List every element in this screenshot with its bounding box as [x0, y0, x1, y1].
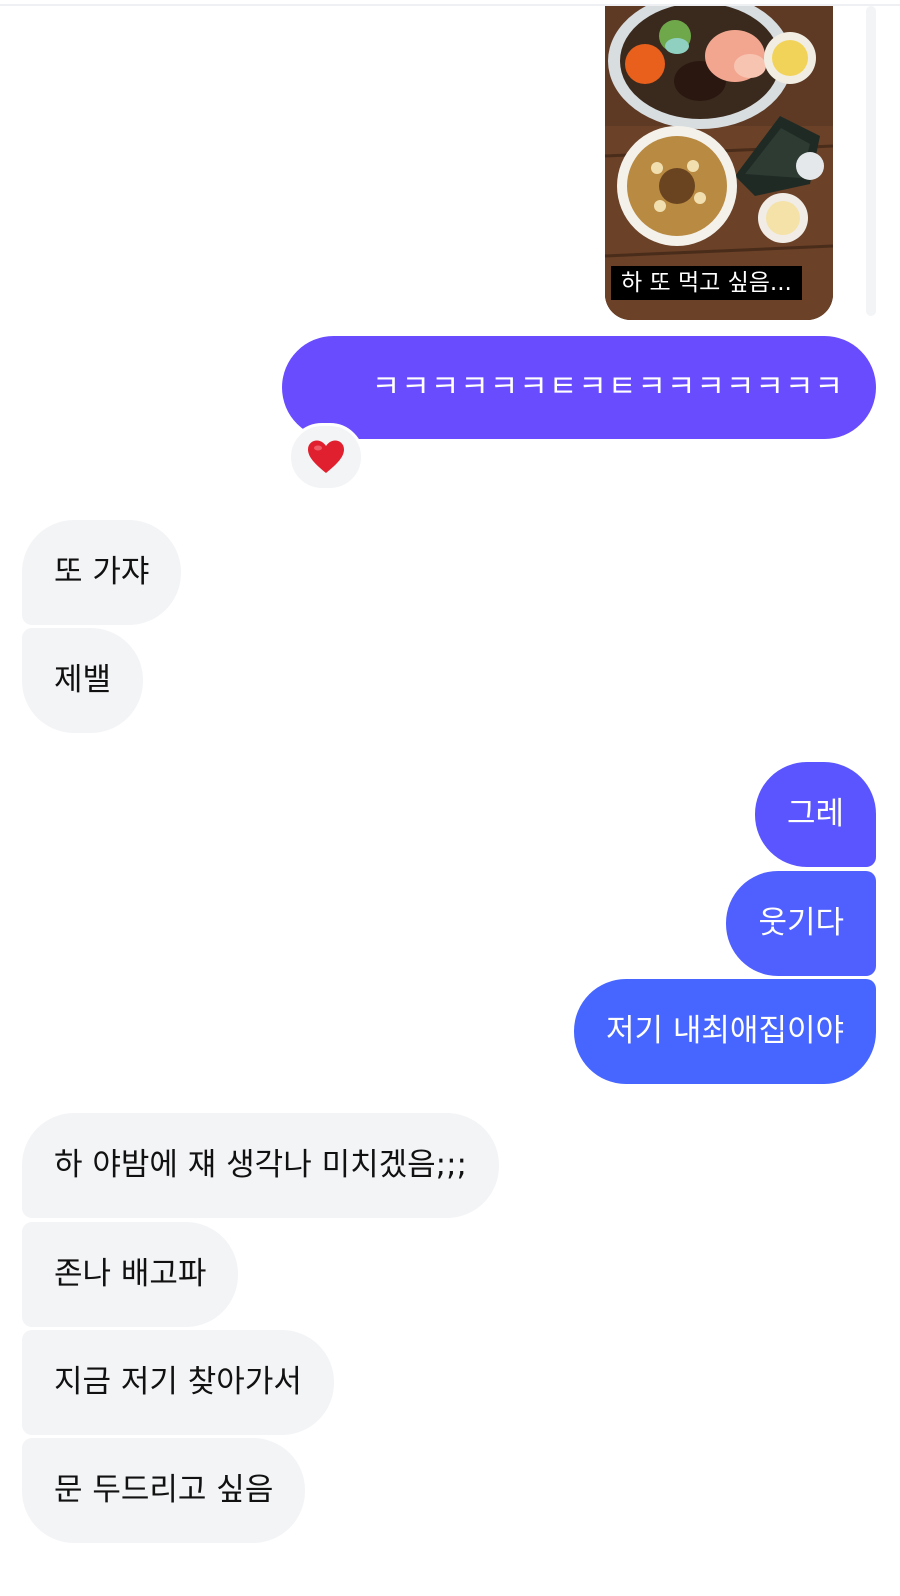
food-photo-message[interactable]: 하 또 먹고 싶음... [605, 6, 833, 320]
outgoing-message[interactable]: 웃기다 [726, 871, 876, 976]
message-text: 지금 저기 찾아가서 [54, 1364, 302, 1400]
incoming-message[interactable]: 문 두드리고 싶음 [22, 1438, 306, 1543]
message-text: 저기 내최애집이야 [605, 1013, 844, 1049]
photo-caption: 하 또 먹고 싶음... [611, 266, 802, 300]
message-text: ㅋㅋㅋㅋㅋㅋㅌㅋㅌㅋㅋㅋㅋㅋㅋㅋ [371, 369, 844, 405]
scrollbar[interactable] [866, 6, 876, 316]
message-text: 웃기다 [758, 905, 844, 941]
message-text: 제밸 [54, 662, 112, 698]
incoming-message[interactable]: 하 야밤에 쟤 생각나 미치겠음;;; [22, 1113, 499, 1218]
incoming-message[interactable]: 제밸 [22, 628, 144, 733]
incoming-message[interactable]: 지금 저기 찾아가서 [22, 1330, 334, 1435]
outgoing-message[interactable]: ㅋㅋㅋㅋㅋㅋㅌㅋㅌㅋㅋㅋㅋㅋㅋㅋ [282, 336, 876, 439]
heart-reaction[interactable] [288, 423, 364, 491]
outgoing-message[interactable]: 그레 [754, 762, 876, 867]
heart-icon [308, 440, 344, 473]
message-text: 또 가쟈 [54, 554, 150, 590]
incoming-message[interactable]: 또 가쟈 [22, 520, 182, 625]
outgoing-message[interactable]: 저기 내최애집이야 [573, 979, 876, 1084]
message-text: 그레 [786, 796, 844, 832]
incoming-message[interactable]: 존나 배고파 [22, 1222, 239, 1327]
message-text: 문 두드리고 싶음 [54, 1472, 274, 1508]
message-text: 존나 배고파 [54, 1256, 207, 1292]
message-text: 하 야밤에 쟤 생각나 미치겠음;;; [54, 1147, 467, 1183]
